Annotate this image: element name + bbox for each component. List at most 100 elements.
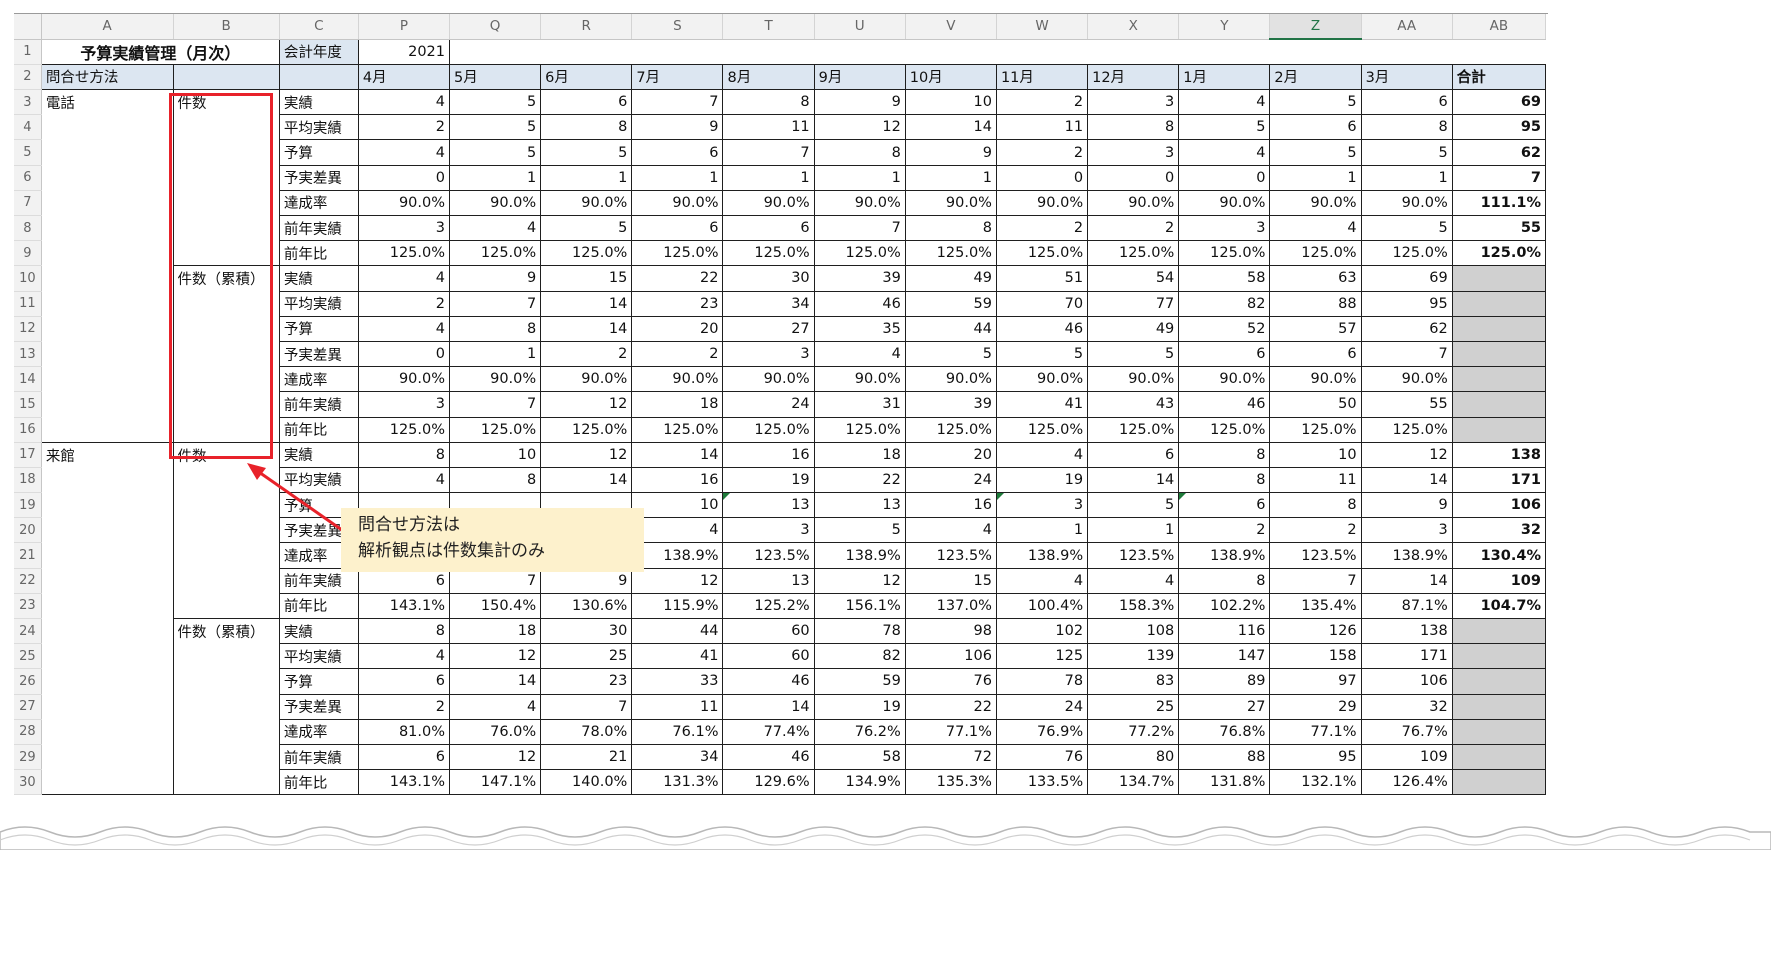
value-cell[interactable]: 0: [995, 164, 1089, 191]
month-header-cell[interactable]: 11月: [995, 63, 1089, 91]
value-cell[interactable]: 5: [1087, 340, 1180, 368]
value-cell[interactable]: 123.5%: [904, 542, 997, 569]
value-cell[interactable]: 39: [813, 265, 906, 292]
value-cell[interactable]: 4: [1269, 214, 1362, 242]
value-cell[interactable]: 125.0%: [1269, 416, 1362, 443]
column-header-b[interactable]: B: [173, 14, 280, 40]
metric-group-cell[interactable]: [172, 467, 280, 493]
value-cell[interactable]: 4: [995, 441, 1089, 468]
metric-group-cell[interactable]: [172, 542, 280, 569]
value-cell[interactable]: 6: [357, 743, 451, 771]
value-cell[interactable]: 125.0%: [1178, 240, 1271, 267]
metric-label-cell[interactable]: 前年比: [278, 240, 359, 267]
value-cell[interactable]: 7: [1269, 567, 1362, 594]
value-cell[interactable]: 4: [357, 265, 451, 292]
value-cell[interactable]: 4: [995, 567, 1089, 594]
value-cell[interactable]: 19: [995, 466, 1089, 494]
method-cell[interactable]: [40, 618, 174, 644]
value-cell[interactable]: 116: [1178, 617, 1271, 645]
value-cell[interactable]: 12: [449, 643, 542, 670]
column-header-c[interactable]: C: [279, 14, 359, 40]
value-cell[interactable]: 30: [722, 265, 815, 292]
value-cell[interactable]: 54: [1087, 265, 1180, 292]
header-cell-c[interactable]: [278, 63, 359, 91]
value-cell[interactable]: 123.5%: [1087, 542, 1180, 569]
metric-label-cell[interactable]: 予算: [278, 315, 359, 342]
method-cell[interactable]: [40, 517, 174, 543]
row-header[interactable]: 8: [14, 215, 42, 242]
value-cell[interactable]: 29: [1269, 693, 1362, 720]
value-cell[interactable]: 8: [449, 315, 542, 342]
method-cell[interactable]: [40, 316, 174, 342]
total-cell[interactable]: 55: [1451, 214, 1547, 242]
metric-label-cell[interactable]: 実績: [278, 265, 359, 292]
metric-label-cell[interactable]: 前年実績: [278, 391, 359, 418]
value-cell[interactable]: 7: [449, 290, 542, 317]
value-cell[interactable]: 125.0%: [449, 416, 542, 443]
metric-label-cell[interactable]: 予実差異: [278, 693, 359, 720]
value-cell[interactable]: 1: [995, 517, 1089, 544]
value-cell[interactable]: 7: [631, 89, 724, 116]
row-header[interactable]: 18: [14, 467, 42, 494]
total-cell[interactable]: [1451, 743, 1547, 771]
value-cell[interactable]: 6: [1178, 492, 1271, 519]
value-cell[interactable]: 147.1%: [449, 769, 542, 796]
metric-group-cell[interactable]: [172, 391, 280, 417]
value-cell[interactable]: 12: [540, 441, 633, 468]
value-cell[interactable]: 77.1%: [1269, 718, 1362, 745]
value-cell[interactable]: 108: [1087, 617, 1180, 645]
value-cell[interactable]: 14: [540, 290, 633, 317]
value-cell[interactable]: 3: [357, 391, 451, 418]
value-cell[interactable]: 5: [813, 517, 906, 544]
total-cell[interactable]: 95: [1451, 114, 1547, 141]
value-cell[interactable]: 6: [631, 139, 724, 166]
value-cell[interactable]: 81.0%: [357, 718, 451, 745]
value-cell[interactable]: 18: [631, 391, 724, 418]
value-cell[interactable]: 15: [540, 265, 633, 292]
value-cell[interactable]: 60: [722, 617, 815, 645]
value-cell[interactable]: 34: [631, 743, 724, 771]
method-cell[interactable]: [40, 341, 174, 367]
value-cell[interactable]: 5: [1178, 114, 1271, 141]
method-header-cell[interactable]: 問合せ方法: [40, 63, 174, 91]
value-cell[interactable]: 50: [1269, 391, 1362, 418]
value-cell[interactable]: 11: [995, 114, 1089, 141]
metric-group-cell[interactable]: [172, 114, 280, 140]
metric-group-cell[interactable]: [172, 769, 280, 796]
metric-group-cell[interactable]: [172, 165, 280, 191]
method-cell[interactable]: [40, 694, 174, 720]
value-cell[interactable]: 4: [449, 214, 542, 242]
row-header[interactable]: 13: [14, 341, 42, 368]
row-header[interactable]: 27: [14, 694, 42, 720]
total-cell[interactable]: [1451, 668, 1547, 695]
row-header[interactable]: 16: [14, 417, 42, 443]
column-header-q[interactable]: Q: [449, 14, 542, 40]
month-header-cell[interactable]: 2月: [1269, 63, 1362, 91]
value-cell[interactable]: 1: [449, 340, 542, 368]
method-cell[interactable]: [40, 215, 174, 241]
metric-group-cell[interactable]: 件数（累積）: [172, 617, 280, 644]
value-cell[interactable]: 102: [995, 617, 1089, 645]
value-cell[interactable]: 10: [1269, 441, 1362, 468]
value-cell[interactable]: 6: [357, 668, 451, 695]
value-cell[interactable]: 2: [995, 214, 1089, 242]
total-cell[interactable]: 109: [1451, 567, 1547, 594]
metric-group-cell[interactable]: [172, 240, 280, 267]
value-cell[interactable]: 125.0%: [995, 240, 1089, 267]
value-cell[interactable]: 5: [540, 139, 633, 166]
value-cell[interactable]: 90.0%: [904, 189, 997, 217]
total-cell[interactable]: 7: [1451, 164, 1547, 191]
value-cell[interactable]: 76.0%: [449, 718, 542, 745]
value-cell[interactable]: 8: [722, 89, 815, 116]
value-cell[interactable]: 3: [995, 492, 1089, 519]
value-cell[interactable]: 24: [995, 693, 1089, 720]
value-cell[interactable]: 131.8%: [1178, 769, 1271, 796]
value-cell[interactable]: 125.0%: [1360, 416, 1453, 443]
value-cell[interactable]: 19: [813, 693, 906, 720]
value-cell[interactable]: 14: [1360, 466, 1453, 494]
value-cell[interactable]: 82: [813, 643, 906, 670]
value-cell[interactable]: 12: [1360, 441, 1453, 468]
metric-group-cell[interactable]: [172, 190, 280, 216]
method-cell[interactable]: [40, 139, 174, 166]
metric-group-cell[interactable]: [172, 291, 280, 317]
